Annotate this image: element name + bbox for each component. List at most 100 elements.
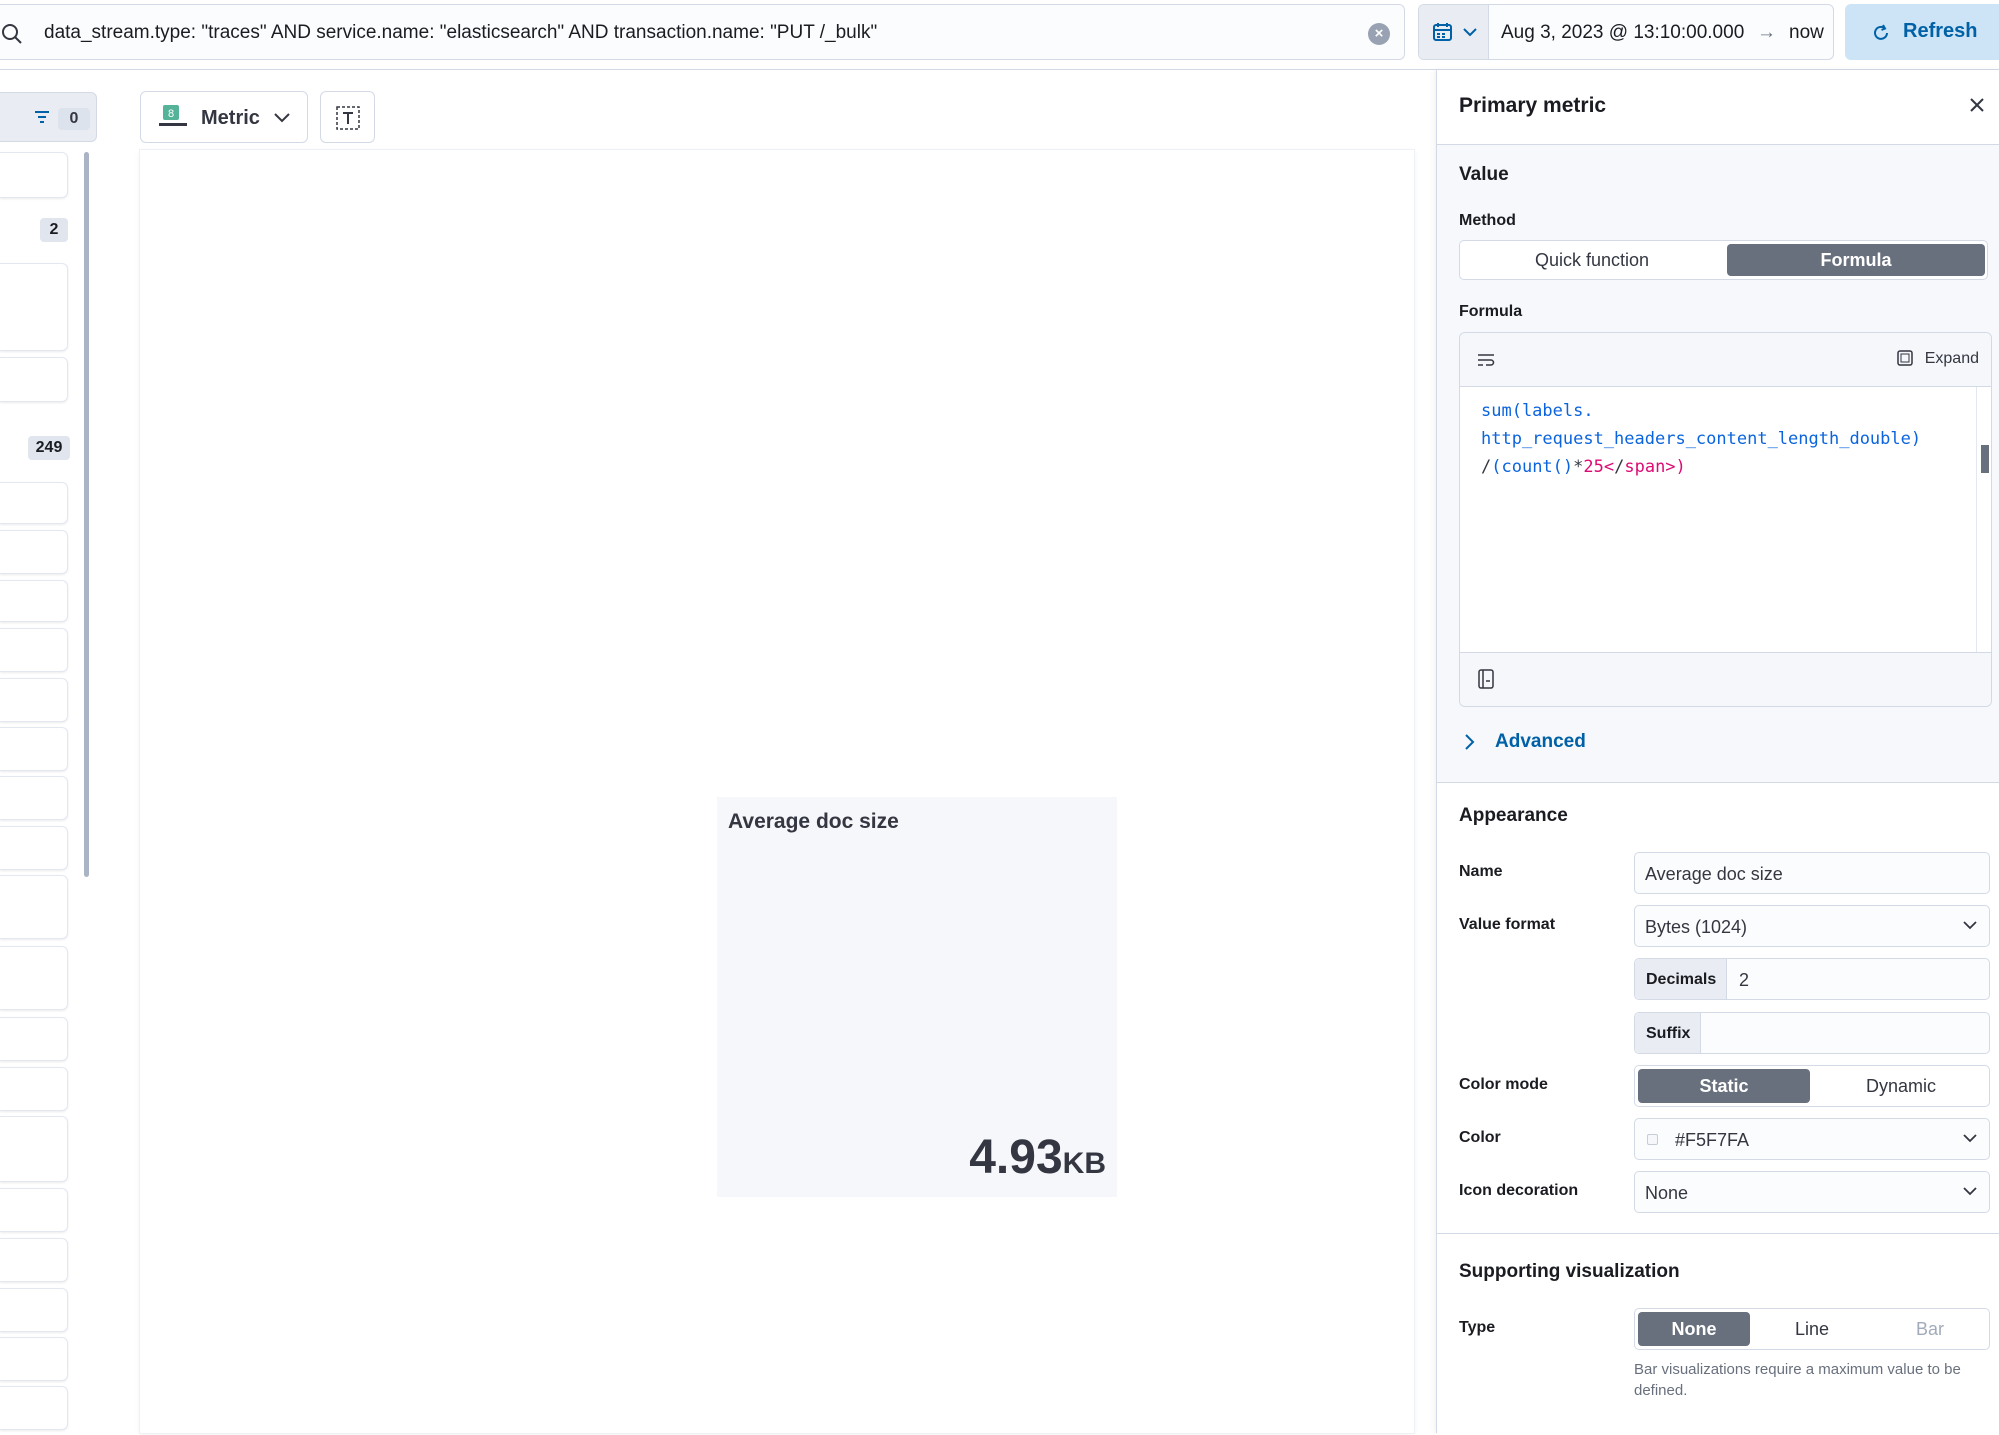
- field-item[interactable]: [0, 1238, 68, 1282]
- decimals-prepend: Decimals: [1635, 959, 1727, 999]
- metric-number: 4.93: [969, 1131, 1063, 1184]
- field-item[interactable]: [0, 946, 68, 1010]
- field-item[interactable]: [0, 776, 68, 820]
- editor-scroll-cursor[interactable]: [1981, 445, 1989, 473]
- expand-button[interactable]: Expand: [1896, 350, 1979, 368]
- date-quick-menu-button[interactable]: [1419, 5, 1489, 59]
- suffix-input[interactable]: Suffix: [1634, 1012, 1990, 1054]
- field-item[interactable]: [0, 152, 68, 198]
- field-item[interactable]: [0, 1386, 68, 1430]
- metric-tile[interactable]: Average doc size 4.93KB: [717, 797, 1117, 1197]
- field-item[interactable]: [0, 1067, 68, 1111]
- type-label: Type: [1459, 1319, 1496, 1336]
- chart-type-switcher[interactable]: 8 Metric: [140, 91, 308, 143]
- search-icon: [2, 24, 22, 44]
- refresh-label: Refresh: [1903, 20, 1978, 42]
- visualization-canvas: Average doc size 4.93KB: [140, 150, 1414, 1433]
- color-mode-toggle: Static Dynamic: [1634, 1065, 1990, 1107]
- field-item[interactable]: [0, 1337, 68, 1381]
- value-section-title: Value: [1459, 164, 1509, 185]
- formula-line-2: http_request_headers_content_length_doub…: [1481, 429, 1922, 449]
- color-label: Color: [1459, 1129, 1501, 1146]
- formula-line-3: /(count()*25</span>): [1481, 457, 1686, 477]
- icon-decoration-select[interactable]: None: [1634, 1171, 1990, 1213]
- type-bar: Bar: [1915, 1319, 1944, 1339]
- chart-type-label: Metric: [201, 107, 260, 129]
- metric-icon: 8: [159, 105, 187, 126]
- name-input-value: Average doc size: [1645, 864, 1783, 884]
- decimals-input[interactable]: Decimals 2: [1634, 958, 1990, 1000]
- sidebar-scrollbar[interactable]: [84, 152, 89, 877]
- color-swatch: [1647, 1134, 1658, 1145]
- documentation-icon[interactable]: [1477, 669, 1495, 689]
- query-input[interactable]: data_stream.type: "traces" AND service.n…: [0, 4, 1405, 60]
- metric-title: Average doc size: [728, 810, 899, 833]
- flyout-header: Primary metric: [1437, 70, 1999, 145]
- field-item[interactable]: [0, 1288, 68, 1332]
- editor-scrollbar-track: [1976, 387, 1977, 655]
- appearance-title: Appearance: [1459, 805, 1568, 826]
- value-format-label: Value format: [1459, 916, 1556, 933]
- type-none[interactable]: None: [1638, 1312, 1750, 1346]
- color-mode-dynamic[interactable]: Dynamic: [1815, 1069, 1987, 1103]
- calendar-icon: [1433, 23, 1452, 41]
- supporting-visualization-section: Supporting visualization Type None Line …: [1437, 1235, 1999, 1435]
- field-item[interactable]: [0, 1116, 68, 1182]
- text-field-button[interactable]: [320, 91, 375, 143]
- method-quick-function[interactable]: Quick function: [1463, 244, 1721, 276]
- field-item[interactable]: [0, 580, 68, 622]
- method-formula[interactable]: Formula: [1727, 244, 1985, 276]
- field-item[interactable]: [0, 1017, 68, 1061]
- color-picker[interactable]: #F5F7FA: [1634, 1118, 1990, 1160]
- refresh-button[interactable]: Refresh: [1845, 4, 1999, 60]
- name-input[interactable]: Average doc size: [1634, 852, 1990, 894]
- field-count-badge: 249: [28, 436, 70, 460]
- field-item[interactable]: [0, 1188, 68, 1232]
- field-filter-button[interactable]: 0: [0, 92, 97, 142]
- field-item[interactable]: [0, 530, 68, 574]
- close-icon[interactable]: [1968, 96, 1986, 114]
- text-icon: [336, 106, 360, 130]
- date-start[interactable]: Aug 3, 2023 @ 13:10:00.000: [1501, 22, 1744, 44]
- value-format-value: Bytes (1024): [1645, 917, 1748, 937]
- clear-icon[interactable]: ×: [1368, 23, 1390, 45]
- color-mode-static[interactable]: Static: [1638, 1069, 1810, 1103]
- date-end[interactable]: now: [1789, 22, 1824, 44]
- query-text: data_stream.type: "traces" AND service.n…: [44, 22, 878, 43]
- value-section: Value Method Quick function Formula Form…: [1437, 145, 1999, 783]
- color-mode-label: Color mode: [1459, 1076, 1548, 1093]
- formula-editor: Expand sum(labels. http_request_headers_…: [1459, 332, 1992, 707]
- field-item[interactable]: [0, 678, 68, 722]
- supporting-visualization-title: Supporting visualization: [1459, 1261, 1680, 1282]
- field-item[interactable]: [0, 263, 68, 351]
- field-item[interactable]: [0, 482, 68, 524]
- suffix-prepend: Suffix: [1635, 1013, 1701, 1053]
- formula-code[interactable]: sum(labels. http_request_headers_content…: [1481, 397, 1921, 481]
- appearance-section: Appearance Name Average doc size Value f…: [1437, 784, 1999, 1234]
- icon-decoration-label: Icon decoration: [1459, 1182, 1579, 1199]
- value-format-select[interactable]: Bytes (1024): [1634, 905, 1990, 947]
- arrow-right-icon: →: [1757, 22, 1776, 43]
- chevron-down-icon: [1963, 1134, 1977, 1143]
- field-item[interactable]: [0, 875, 68, 939]
- chevron-right-icon: [1465, 734, 1475, 750]
- filter-icon: [35, 111, 49, 123]
- type-line[interactable]: Line: [1756, 1312, 1868, 1346]
- method-label: Method: [1459, 212, 1516, 229]
- fullscreen-icon: [1896, 350, 1913, 366]
- date-picker: Aug 3, 2023 @ 13:10:00.000 → now: [1418, 4, 1834, 60]
- chevron-down-icon: [1463, 28, 1477, 37]
- field-item[interactable]: [0, 826, 68, 870]
- decimals-value: 2: [1739, 970, 1750, 990]
- formula-label: Formula: [1459, 303, 1523, 320]
- field-item[interactable]: [0, 727, 68, 771]
- metric-unit: KB: [1062, 1147, 1106, 1180]
- field-item[interactable]: [0, 357, 68, 402]
- word-wrap-icon[interactable]: [1477, 352, 1495, 368]
- filter-count: 0: [58, 108, 90, 130]
- supporting-type-toggle: None Line Bar: [1634, 1308, 1990, 1350]
- query-bar: data_stream.type: "traces" AND service.n…: [0, 0, 1999, 70]
- field-item[interactable]: [0, 628, 68, 672]
- expand-label: Expand: [1924, 350, 1979, 367]
- supporting-help-text: Bar visualizations require a maximum val…: [1634, 1361, 1961, 1399]
